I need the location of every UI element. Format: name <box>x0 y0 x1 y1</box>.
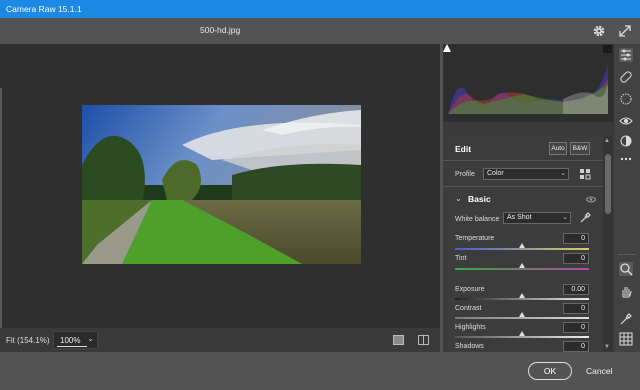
top-bar: 500-hd.jpg <box>0 18 640 44</box>
fit-zoom-button[interactable]: Fit (154.1%) <box>6 336 50 345</box>
exposure-label: Exposure <box>455 286 485 293</box>
contrast-value[interactable]: 0 <box>563 303 589 314</box>
dialog-footer: OK Cancel <box>0 352 640 390</box>
auto-button[interactable]: Auto <box>549 142 567 155</box>
white-balance-select[interactable]: As Shot ⌄ <box>503 212 571 224</box>
shadows-label: Shadows <box>455 343 484 350</box>
histogram <box>443 44 614 122</box>
cancel-button[interactable]: Cancel <box>586 366 612 376</box>
healing-bandage-icon[interactable] <box>619 70 633 84</box>
exposure-thumb[interactable] <box>519 293 525 298</box>
scroll-down-icon[interactable]: ▼ <box>604 344 610 350</box>
presets-icon[interactable] <box>619 134 633 148</box>
image-canvas[interactable] <box>0 44 440 372</box>
temperature-slider[interactable] <box>455 248 589 250</box>
highlights-label: Highlights <box>455 324 486 331</box>
gear-icon[interactable] <box>592 24 606 38</box>
temperature-thumb[interactable] <box>519 243 525 248</box>
white-balance-label: White balance <box>455 216 500 223</box>
chevron-down-icon: ⌄ <box>87 334 94 343</box>
highlight-clipping-icon[interactable] <box>603 45 612 53</box>
eyedropper-icon[interactable] <box>579 212 591 224</box>
zoom-underline <box>57 346 87 347</box>
hand-icon[interactable] <box>619 284 633 298</box>
edit-header: Edit Auto B&W <box>443 136 603 160</box>
ok-button[interactable]: OK <box>528 362 572 380</box>
color-sampler-icon[interactable] <box>619 312 633 326</box>
exposure-slider[interactable] <box>455 298 589 300</box>
panel-scrollbar[interactable]: ▲ ▼ <box>603 136 613 352</box>
profile-value: Color <box>487 170 504 177</box>
scroll-up-icon[interactable]: ▲ <box>604 138 610 144</box>
white-balance-value: As Shot <box>507 214 532 221</box>
edit-sliders-icon[interactable] <box>619 48 633 62</box>
divider <box>443 160 603 161</box>
tool-divider <box>618 254 636 255</box>
bw-button[interactable]: B&W <box>570 142 590 155</box>
edit-title: Edit <box>455 144 472 154</box>
profile-select[interactable]: Color ⌄ <box>483 168 569 180</box>
chevron-down-icon: ⌄ <box>562 214 568 221</box>
grid-icon[interactable] <box>619 332 633 346</box>
before-after-split-icon[interactable] <box>418 335 429 345</box>
shadows-value[interactable]: 0 <box>563 341 589 352</box>
scrollbar-thumb[interactable] <box>605 154 611 214</box>
photo-preview <box>82 105 361 264</box>
exposure-value[interactable]: 0.00 <box>563 284 589 295</box>
contrast-slider[interactable] <box>455 317 589 319</box>
tint-label: Tint <box>455 255 467 262</box>
highlights-value[interactable]: 0 <box>563 322 589 333</box>
fullscreen-icon[interactable] <box>618 24 632 38</box>
red-eye-icon[interactable] <box>619 114 633 128</box>
tint-value[interactable]: 0 <box>563 253 589 264</box>
zoom-select[interactable]: 100% ⌄ <box>53 331 98 349</box>
window-title: Camera Raw 15.1.1 <box>6 4 82 14</box>
canvas-bottom-bar: Fit (154.1%) 100% ⌄ <box>0 328 440 352</box>
shadow-clipping-icon[interactable] <box>443 44 451 52</box>
basic-section-title[interactable]: Basic <box>468 194 491 204</box>
chevron-down-icon: ⌄ <box>560 170 566 177</box>
more-options-icon[interactable] <box>619 152 633 166</box>
chevron-down-icon[interactable]: ⌄ <box>455 194 462 203</box>
contrast-thumb[interactable] <box>519 312 525 317</box>
profile-label: Profile <box>455 171 475 178</box>
view-before-icon[interactable] <box>393 335 404 345</box>
temperature-value[interactable]: 0 <box>563 233 589 244</box>
masking-icon[interactable] <box>619 92 633 106</box>
highlights-thumb[interactable] <box>519 331 525 336</box>
temperature-label: Temperature <box>455 235 495 242</box>
contrast-label: Contrast <box>455 305 482 312</box>
file-name: 500-hd.jpg <box>200 25 241 35</box>
window-titlebar: Camera Raw 15.1.1 <box>0 0 640 18</box>
profile-browser-icon[interactable] <box>579 168 591 180</box>
panel-gap <box>443 122 614 136</box>
zoom-value: 100% <box>60 336 81 345</box>
divider <box>443 186 603 187</box>
tint-thumb[interactable] <box>519 263 525 268</box>
zoom-icon[interactable] <box>619 262 633 276</box>
highlights-slider[interactable] <box>455 336 589 338</box>
tint-slider[interactable] <box>455 268 589 270</box>
tool-strip <box>614 44 640 352</box>
eye-icon[interactable] <box>586 196 596 203</box>
edit-panel: Edit Auto B&W Profile Color ⌄ ⌄ Basic Wh… <box>443 44 614 352</box>
